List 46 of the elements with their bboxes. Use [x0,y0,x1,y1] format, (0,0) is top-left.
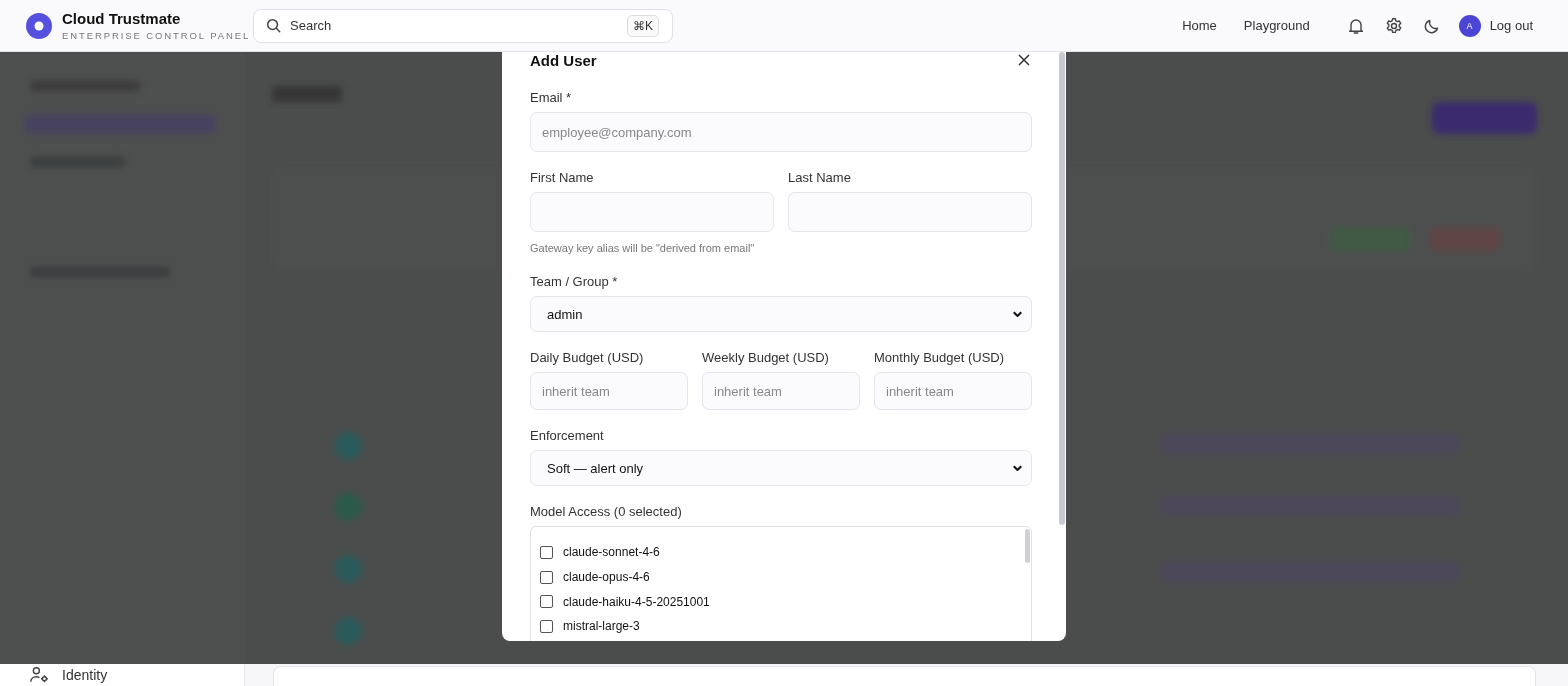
name-field[interactable] [788,192,1032,232]
user-avatar[interactable]: A [1458,14,1481,37]
chevron-icon [1013,311,1022,317]
scrollbar-thumb[interactable] [1025,529,1030,563]
checkbox[interactable] [540,619,553,633]
field-label: Team / Group * [530,274,619,290]
field-label: Model Access (0 selected) [530,504,683,520]
checkbox[interactable] [540,595,553,609]
search-field[interactable]: Search ⌘K [253,8,673,43]
shortcut-key: ⌘K [627,14,659,37]
email-field[interactable]: employee@company.com [530,112,1032,152]
field-label: Enforcement [530,428,605,444]
checkbox[interactable] [540,545,553,559]
scrollbar-thumb[interactable] [1059,52,1065,525]
enforcement-select[interactable]: Soft — alert only [530,450,1032,486]
team-select[interactable]: admin [530,296,1032,332]
hint-text: Gateway key alias will be "derived from email" [530,242,756,254]
field-label: First Name [530,170,595,186]
nav-link[interactable]: Playground [1243,18,1310,33]
field-label: Email * [530,90,573,106]
logo-icon [26,12,52,39]
close-icon[interactable] [1018,54,1030,66]
field-label: Weekly Budget (USD) [702,350,830,366]
sidebar-item[interactable]: Identity [30,666,244,684]
settings-icon[interactable] [1384,16,1403,35]
budget-field[interactable]: inherit team [530,372,688,410]
chevron-icon [1013,465,1022,471]
brand-name: Cloud Trustmate [62,10,182,27]
dialog-title: Add User [530,51,597,69]
field-label: Monthly Budget (USD) [874,350,1006,366]
search-icon [266,18,281,33]
model-name[interactable]: mistral-large-3 [563,619,640,634]
model-name[interactable]: claude-sonnet-4-6 [563,545,660,560]
model-name[interactable]: claude-opus-4-6 [563,570,650,585]
checkbox[interactable] [540,570,553,584]
brand-tagline: ENTERPRISE CONTROL PANEL [62,30,251,41]
name-field[interactable] [530,192,774,232]
field-label: Daily Budget (USD) [530,350,645,366]
field-label: Last Name [788,170,852,186]
budget-field[interactable]: inherit team [702,372,860,410]
model-name[interactable]: claude-haiku-4-5-20251001 [563,594,710,609]
budget-field[interactable]: inherit team [874,372,1032,410]
user-gear-icon [30,667,48,683]
logout-link[interactable]: Log out [1489,18,1533,33]
bell-icon[interactable] [1346,16,1365,35]
nav-link[interactable]: Home [1182,18,1217,33]
